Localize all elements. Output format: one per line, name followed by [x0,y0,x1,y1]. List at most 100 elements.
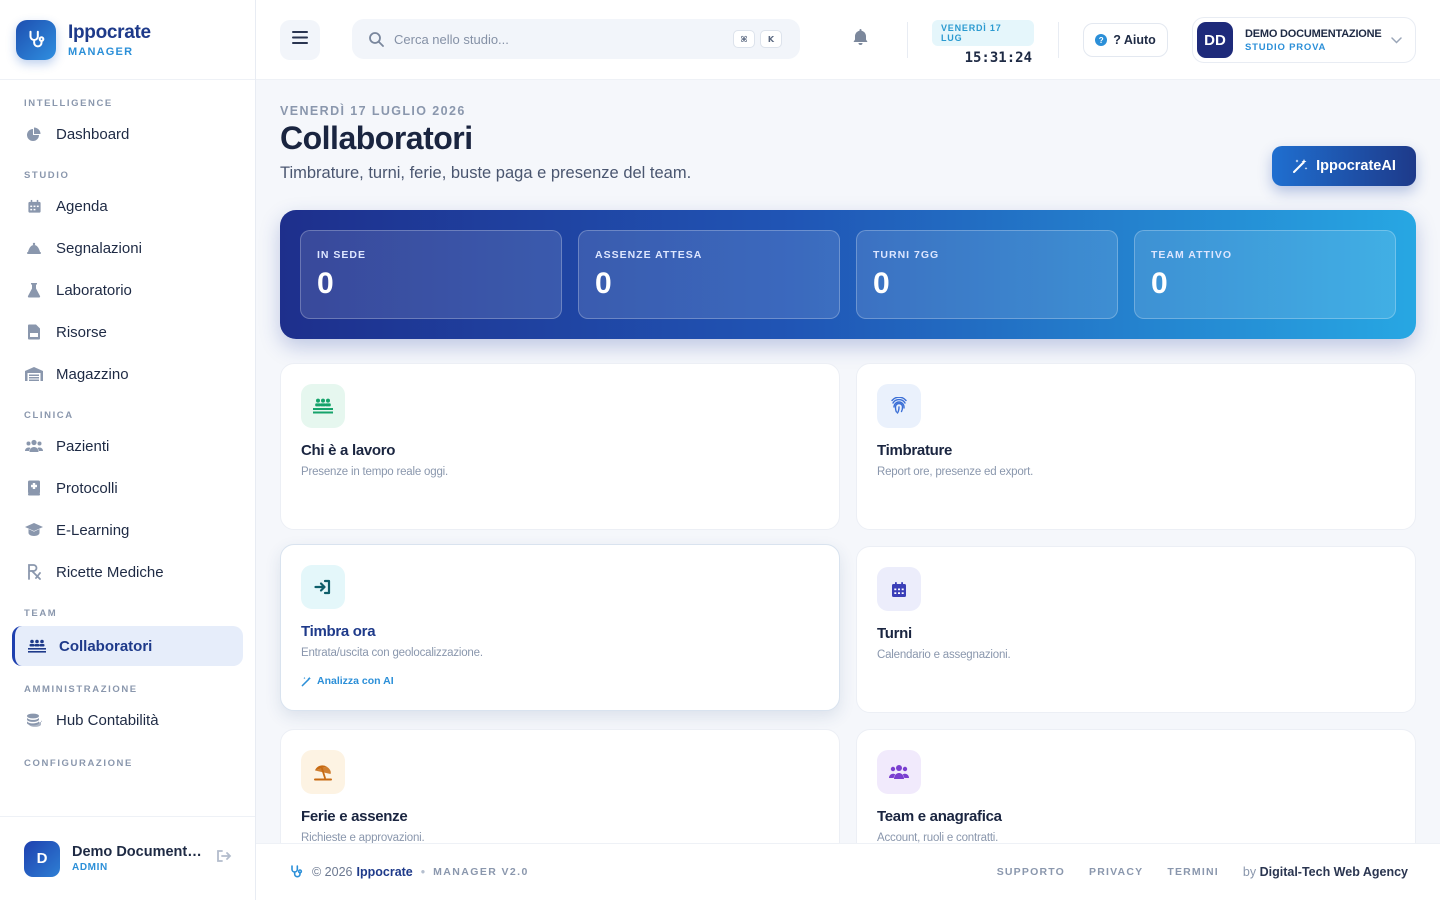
magic-wand-icon [1293,159,1308,173]
card-description: Presenze in tempo reale oggi. [301,466,448,478]
divider [907,22,908,58]
page-date: VENERDÌ 17 LUGLIO 2026 [280,104,466,118]
brand[interactable]: Ippocrate MANAGER [0,0,255,80]
graduation-cap-icon [24,520,44,540]
footer-link-supporto[interactable]: SUPPORTO [997,866,1065,878]
footer-credit[interactable]: by Digital-Tech Web Agency [1243,865,1408,879]
flask-icon [24,280,44,300]
card-description: Richieste e approvazioni. [301,832,425,843]
book-icon [24,478,44,498]
date-pill: VENERDÌ 17 LUG [932,20,1034,46]
search-input[interactable] [394,31,714,47]
logout-icon[interactable] [216,849,232,868]
kbd-k: K [760,30,782,48]
card-ferie-e-assenze[interactable]: Ferie e assenze Richieste e approvazioni… [280,729,840,843]
sidebar-user[interactable]: D Demo Documentazione ADMIN [0,816,255,900]
card-chi-e-a-lavoro[interactable]: Chi è a lavoro Presenze in tempo reale o… [280,363,840,530]
hamburger-icon [292,31,308,49]
sidebar-item-magazzino[interactable]: Magazzino [12,354,243,394]
brand-sub: MANAGER [68,45,134,58]
card-title: Timbra ora [301,623,376,640]
menu-toggle-button[interactable] [280,20,320,60]
sidebar-item-label: Magazzino [56,365,129,383]
card-turni[interactable]: Turni Calendario e assegnazioni. [856,546,1416,713]
sidebar-item-label: Segnalazioni [56,239,142,257]
nav-section-amministrazione: AMMINISTRAZIONE [24,684,138,695]
card-team-e-anagrafica[interactable]: Team e anagrafica Account, ruoli e contr… [856,729,1416,843]
users-group-icon [877,750,921,794]
sidebar-item-label: Risorse [56,323,107,341]
sidebar-item-laboratorio[interactable]: Laboratorio [12,270,243,310]
sidebar-item-protocolli[interactable]: Protocolli [12,468,243,508]
search-bar[interactable]: ⌘ K [352,19,800,59]
footer-version: MANAGER V2.0 [433,866,529,878]
stat-value: 0 [873,267,890,300]
beach-umbrella-icon [301,750,345,794]
sidebar-item-label: Agenda [56,197,108,215]
team-icon [27,636,47,656]
card-description: Calendario e assegnazioni. [877,649,1011,661]
help-button[interactable]: ? ? Aiuto [1083,23,1168,57]
account-avatar: DD [1197,22,1233,58]
stat-team-attivo[interactable]: TEAM ATTIVO 0 [1134,230,1396,319]
brand-name: Ippocrate [68,21,151,43]
stat-value: 0 [1151,267,1168,300]
sidebar-item-ricette-mediche[interactable]: Ricette Mediche [12,552,243,592]
card-description: Entrata/uscita con geolocalizzazione. [301,647,483,659]
analyze-with-ai-link[interactable]: Analizza con AI [301,675,394,687]
ai-button-label: IppocrateAI [1316,158,1396,174]
card-title: Timbrature [877,442,953,459]
magic-wand-icon [301,676,311,686]
pie-chart-icon [24,124,44,144]
sidebar-item-agenda[interactable]: Agenda [12,186,243,226]
sidebar-item-risorse[interactable]: Risorse [12,312,243,352]
account-menu[interactable]: DD DEMO DOCUMENTAZIONE STUDIO PROVA [1192,17,1416,63]
datetime: VENERDÌ 17 LUG 15:31:24 [932,20,1034,66]
kbd-command: ⌘ [733,30,755,48]
main-content: VENERDÌ 17 LUGLIO 2026 Collaboratori Tim… [256,80,1440,843]
search-icon [368,31,384,47]
sign-in-icon [301,565,345,609]
stat-turni-7gg[interactable]: TURNI 7GG 0 [856,230,1118,319]
stat-value: 0 [317,267,334,300]
sidebar-item-dashboard[interactable]: Dashboard [12,114,243,154]
analyze-ai-label: Analizza con AI [317,675,394,687]
sidebar-item-e-learning[interactable]: E-Learning [12,510,243,550]
footer-copyright: © 2026 [312,865,353,879]
nav-section-studio: STUDIO [24,170,70,181]
sidebar-item-hub-contabilita[interactable]: Hub Contabilità [12,700,243,740]
stat-label: TURNI 7GG [873,249,940,261]
user-name: Demo Documentazione [72,844,204,860]
bell-icon [24,238,44,258]
page-title: Collaboratori [280,120,473,156]
stat-label: TEAM ATTIVO [1151,249,1232,261]
footer-link-privacy[interactable]: PRIVACY [1089,866,1143,878]
people-working-icon [301,384,345,428]
footer-brand: Ippocrate [356,865,413,879]
stat-in-sede[interactable]: IN SEDE 0 [300,230,562,319]
sidebar-item-pazienti[interactable]: Pazienti [12,426,243,466]
sidebar-item-label: E-Learning [56,521,130,539]
sidebar-item-label: Collaboratori [59,637,153,655]
sidebar-item-segnalazioni[interactable]: Segnalazioni [12,228,243,268]
card-title: Team e anagrafica [877,808,1002,825]
sidebar-item-label: Hub Contabilità [56,711,159,729]
card-title: Ferie e assenze [301,808,408,825]
card-title: Turni [877,625,912,642]
sidebar-item-collaboratori[interactable]: Collaboratori [12,626,243,666]
sidebar-item-label: Ricette Mediche [56,563,164,581]
coins-icon [24,710,44,730]
account-name: DEMO DOCUMENTAZIONE [1245,27,1382,40]
notifications-bell-icon[interactable] [852,28,869,51]
nav-section-configurazione: CONFIGURAZIONE [24,758,133,769]
ippocrate-ai-button[interactable]: IppocrateAI [1272,146,1416,186]
footer-logo-icon [288,864,304,880]
chevron-down-icon [1391,31,1402,49]
footer-link-termini[interactable]: TERMINI [1167,866,1219,878]
avatar: D [24,840,60,877]
prescription-icon [24,562,44,582]
card-timbrature[interactable]: Timbrature Report ore, presenze ed expor… [856,363,1416,530]
card-timbra-ora[interactable]: Timbra ora Entrata/uscita con geolocaliz… [280,544,840,711]
document-icon [24,322,44,342]
stat-assenze-attesa[interactable]: ASSENZE ATTESA 0 [578,230,840,319]
